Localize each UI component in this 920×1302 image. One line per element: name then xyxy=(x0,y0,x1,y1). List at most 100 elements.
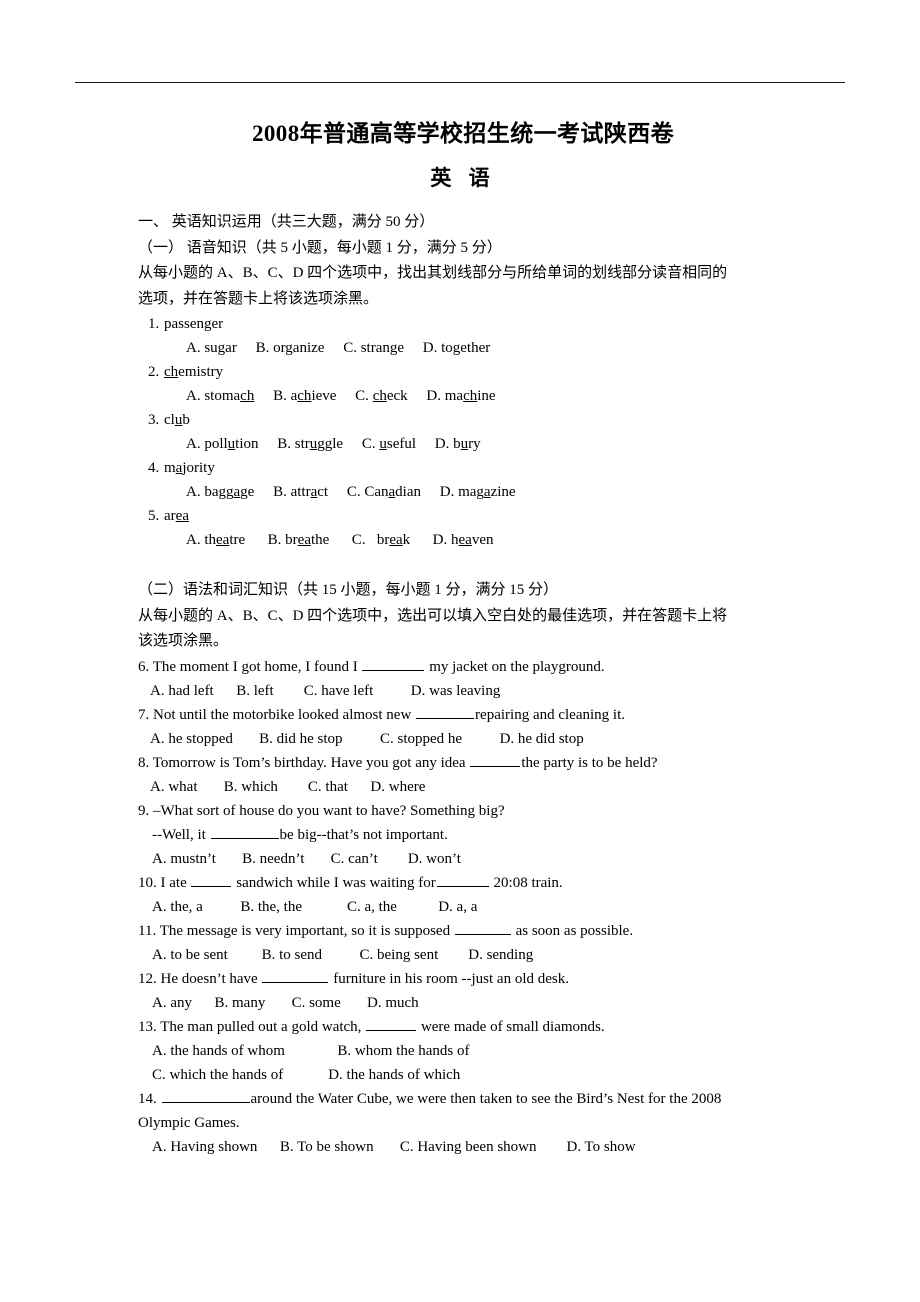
question-4-word-pre: m xyxy=(164,460,176,477)
question-11-number: 11. xyxy=(138,922,157,939)
question-6: 6. The moment I got home, I found I my j… xyxy=(138,655,788,703)
question-13-stem: 13. The man pulled out a gold watch, wer… xyxy=(138,1015,788,1039)
question-13-text-before: The man pulled out a gold watch, xyxy=(160,1018,366,1035)
question-12-blank[interactable] xyxy=(262,967,329,983)
question-12-options[interactable]: A. any B. many C. some D. much xyxy=(138,991,788,1015)
part-two-instruction-line2: 该选项涂黑。 xyxy=(138,633,229,650)
question-4: 4. majority A. baggage B. attract C. Cana… xyxy=(138,456,788,504)
question-5-number: 5. xyxy=(148,508,160,525)
question-2-options[interactable]: A. stomach B. achieve C. check D. machin… xyxy=(138,384,788,408)
question-5-stem: 5. area xyxy=(138,504,788,528)
question-1-word: passenger xyxy=(164,316,224,333)
question-8-text-after: the party is to be held? xyxy=(521,754,658,771)
question-6-options[interactable]: A. had left B. left C. have left D. was … xyxy=(138,679,788,703)
question-8-number: 8. xyxy=(138,754,150,771)
question-10-text-after: 20:08 train. xyxy=(489,874,563,891)
question-4-stem: 4. majority xyxy=(138,456,788,480)
question-13-options-row-1[interactable]: A. the hands of whom B. whom the hands o… xyxy=(138,1039,788,1063)
question-11-options[interactable]: A. to be sent B. to send C. being sent D… xyxy=(138,943,788,967)
part-one-instruction-line2: 选项，并在答题卡上将该选项涂黑。 xyxy=(138,290,379,307)
question-7-text-before: Not until the motorbike looked almost ne… xyxy=(153,706,416,723)
question-12: 12. He doesn’t have furniture in his roo… xyxy=(138,967,788,1015)
question-13-text-after: were made of small diamonds. xyxy=(417,1018,605,1035)
question-3: 3. club A. pollution B. struggle C. usefu… xyxy=(138,408,788,456)
page-title: 2008年普通高等学校招生统一考试陕西卷 xyxy=(252,121,674,146)
question-13: 13. The man pulled out a gold watch, wer… xyxy=(138,1015,788,1087)
question-9-options[interactable]: A. mustn’t B. needn’t C. can’t D. won’t xyxy=(138,847,788,871)
question-4-options[interactable]: A. baggage B. attract C. Canadian D. mag… xyxy=(138,480,788,504)
question-6-text-before: The moment I got home, I found I xyxy=(152,658,362,675)
question-6-blank[interactable] xyxy=(362,655,425,671)
question-3-word-post: b xyxy=(182,412,190,429)
question-8: 8. Tomorrow is Tom’s birthday. Have you … xyxy=(138,751,788,799)
question-5-word-underlined: ea xyxy=(175,508,189,525)
question-13-blank[interactable] xyxy=(366,1015,417,1031)
question-3-options[interactable]: A. pollution B. struggle C. useful D. bu… xyxy=(138,432,788,456)
question-10: 10. I ate sandwich while I was waiting f… xyxy=(138,871,788,919)
question-12-number: 12. xyxy=(138,970,157,987)
question-2-stem: 2. chemistry xyxy=(138,360,788,384)
question-2-word-underlined: ch xyxy=(164,364,179,381)
question-10-text-mid: sandwich while I was waiting for xyxy=(232,874,436,891)
question-1-stem: 1. passenger xyxy=(138,312,788,336)
question-12-text-after: furniture in his room --just an old desk… xyxy=(329,970,569,987)
question-11-blank[interactable] xyxy=(454,919,511,935)
question-8-blank[interactable] xyxy=(470,751,521,767)
exam-paper-page: 2008年普通高等学校招生统一考试陕西卷 英 语 一、 英语知识运用（共三大题，… xyxy=(0,0,920,1302)
question-10-blank-1[interactable] xyxy=(191,871,232,887)
question-9-blank[interactable] xyxy=(210,823,279,839)
question-9-number: 9. xyxy=(138,802,150,819)
question-7-blank[interactable] xyxy=(416,703,475,719)
question-7: 7. Not until the motorbike looked almost… xyxy=(138,703,788,751)
question-7-text-after: repairing and cleaning it. xyxy=(475,706,625,723)
question-13-number: 13. xyxy=(138,1018,157,1035)
question-11-text-after: as soon as possible. xyxy=(511,922,634,939)
header-divider xyxy=(75,82,845,83)
question-1: 1. passenger A. sugar B. organize C. stra… xyxy=(138,312,788,360)
document-body: 2008年普通高等学校招生统一考试陕西卷 英 语 一、 英语知识运用（共三大题，… xyxy=(138,108,788,1159)
question-10-blank-2[interactable] xyxy=(436,871,489,887)
question-9-text: –What sort of house do you want to have?… xyxy=(153,802,505,819)
question-10-number: 10. xyxy=(138,874,157,891)
question-3-stem: 3. club xyxy=(138,408,788,432)
question-3-word-pre: cl xyxy=(164,412,175,429)
question-14-number: 14. xyxy=(138,1090,157,1107)
question-10-text-before: I ate xyxy=(160,874,191,891)
question-14-stem: 14. around the Water Cube, we were then … xyxy=(138,1087,788,1111)
question-9: 9. –What sort of house do you want to ha… xyxy=(138,799,788,871)
question-9-reply-after: be big--that’s not important. xyxy=(279,826,448,843)
question-4-word-post: jority xyxy=(182,460,215,477)
question-10-options[interactable]: A. the, a B. the, the C. a, the D. a, a xyxy=(138,895,788,919)
question-14-stem-wrap: Olympic Games. xyxy=(138,1114,240,1131)
question-6-stem: 6. The moment I got home, I found I my j… xyxy=(138,655,788,679)
question-9-reply-before: --Well, it xyxy=(152,826,210,843)
question-8-options[interactable]: A. what B. which C. that D. where xyxy=(138,775,788,799)
question-7-number: 7. xyxy=(138,706,150,723)
question-5-options[interactable]: A. theatre B. breathe C. break D. heaven xyxy=(138,528,788,552)
question-10-stem: 10. I ate sandwich while I was waiting f… xyxy=(138,871,788,895)
question-4-number: 4. xyxy=(148,460,160,477)
question-14-blank[interactable] xyxy=(161,1087,250,1103)
question-2: 2. chemistry A. stomach B. achieve C. che… xyxy=(138,360,788,408)
question-11: 11. The message is very important, so it… xyxy=(138,919,788,967)
question-7-stem: 7. Not until the motorbike looked almost… xyxy=(138,703,788,727)
question-6-text-after: my jacket on the playground. xyxy=(425,658,605,675)
part-two-instruction-line1: 从每小题的 A、B、C、D 四个选项中，选出可以填入空白处的最佳选项，并在答题卡… xyxy=(138,607,728,624)
question-14: 14. around the Water Cube, we were then … xyxy=(138,1087,788,1159)
question-5: 5. area A. theatre B. breathe C. break D.… xyxy=(138,504,788,552)
question-1-options[interactable]: A. sugar B. organize C. strange D. toget… xyxy=(138,336,788,360)
question-5-word-pre: ar xyxy=(164,508,176,525)
question-1-number: 1. xyxy=(148,316,160,333)
question-9-stem: 9. –What sort of house do you want to ha… xyxy=(138,799,788,823)
question-8-text-before: Tomorrow is Tom’s birthday. Have you got… xyxy=(152,754,470,771)
question-12-stem: 12. He doesn’t have furniture in his roo… xyxy=(138,967,788,991)
question-14-text-before xyxy=(157,1091,161,1107)
question-14-options[interactable]: A. Having shown B. To be shown C. Having… xyxy=(138,1135,788,1159)
question-14-text-after: around the Water Cube, we were then take… xyxy=(250,1090,722,1107)
question-13-options-row-2[interactable]: C. which the hands of D. the hands of wh… xyxy=(138,1063,788,1087)
page-subtitle: 英 语 xyxy=(430,165,496,190)
question-2-word-post: emistry xyxy=(178,364,224,381)
part-two-heading: （二）语法和词汇知识（共 15 小题，每小题 1 分，满分 15 分） xyxy=(138,582,559,599)
question-3-number: 3. xyxy=(148,412,160,429)
question-7-options[interactable]: A. he stopped B. did he stop C. stopped … xyxy=(138,727,788,751)
